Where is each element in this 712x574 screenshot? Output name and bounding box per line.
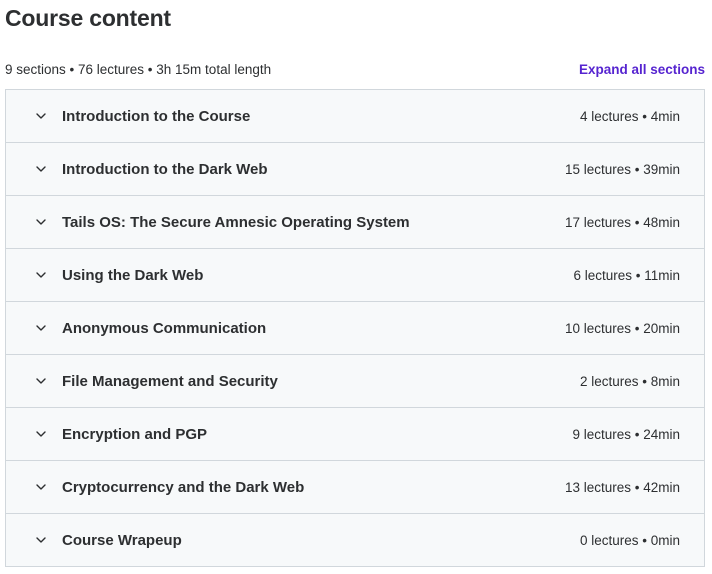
chevron-down-icon: [33, 373, 49, 389]
chevron-down-icon: [33, 214, 49, 230]
expand-all-sections-button[interactable]: Expand all sections: [579, 62, 705, 77]
section-row[interactable]: Cryptocurrency and the Dark Web 13 lectu…: [6, 461, 704, 514]
section-row[interactable]: Introduction to the Dark Web 15 lectures…: [6, 143, 704, 196]
section-row[interactable]: Encryption and PGP 9 lectures • 24min: [6, 408, 704, 461]
section-meta: 13 lectures • 42min: [564, 479, 680, 495]
chevron-down-icon: [33, 108, 49, 124]
section-title: Course Wrapeup: [62, 531, 182, 549]
section-title: Using the Dark Web: [62, 266, 204, 284]
section-title: Encryption and PGP: [62, 425, 208, 443]
chevron-down-icon: [33, 161, 49, 177]
section-row[interactable]: File Management and Security 2 lectures …: [6, 355, 704, 408]
section-title: Tails OS: The Secure Amnesic Operating S…: [62, 213, 410, 231]
section-row[interactable]: Tails OS: The Secure Amnesic Operating S…: [6, 196, 704, 249]
section-meta: 6 lectures • 11min: [573, 267, 680, 283]
page-title: Course content: [5, 5, 171, 31]
chevron-down-icon: [33, 320, 49, 336]
section-title: Introduction to the Course: [62, 107, 251, 125]
section-row[interactable]: Using the Dark Web 6 lectures • 11min: [6, 249, 704, 302]
chevron-down-icon: [33, 479, 49, 495]
section-title: Anonymous Communication: [62, 319, 267, 337]
chevron-down-icon: [33, 426, 49, 442]
chevron-down-icon: [33, 532, 49, 548]
section-meta: 17 lectures • 48min: [564, 214, 680, 230]
section-row[interactable]: Anonymous Communication 10 lectures • 20…: [6, 302, 704, 355]
section-meta: 15 lectures • 39min: [564, 161, 680, 177]
course-summary-bar: 9 sections • 76 lectures • 3h 15m total …: [5, 58, 705, 80]
section-row[interactable]: Course Wrapeup 0 lectures • 0min: [6, 514, 704, 566]
section-meta: 10 lectures • 20min: [564, 320, 680, 336]
section-title: File Management and Security: [62, 372, 278, 390]
section-title: Introduction to the Dark Web: [62, 160, 268, 178]
section-meta: 2 lectures • 8min: [579, 373, 680, 389]
section-meta: 9 lectures • 24min: [572, 426, 680, 442]
section-meta: 0 lectures • 0min: [579, 532, 680, 548]
course-summary: 9 sections • 76 lectures • 3h 15m total …: [5, 61, 272, 77]
section-title: Cryptocurrency and the Dark Web: [62, 478, 305, 496]
section-meta: 4 lectures • 4min: [579, 108, 680, 124]
chevron-down-icon: [33, 267, 49, 283]
section-row[interactable]: Introduction to the Course 4 lectures • …: [6, 90, 704, 143]
section-list: Introduction to the Course 4 lectures • …: [5, 89, 705, 567]
